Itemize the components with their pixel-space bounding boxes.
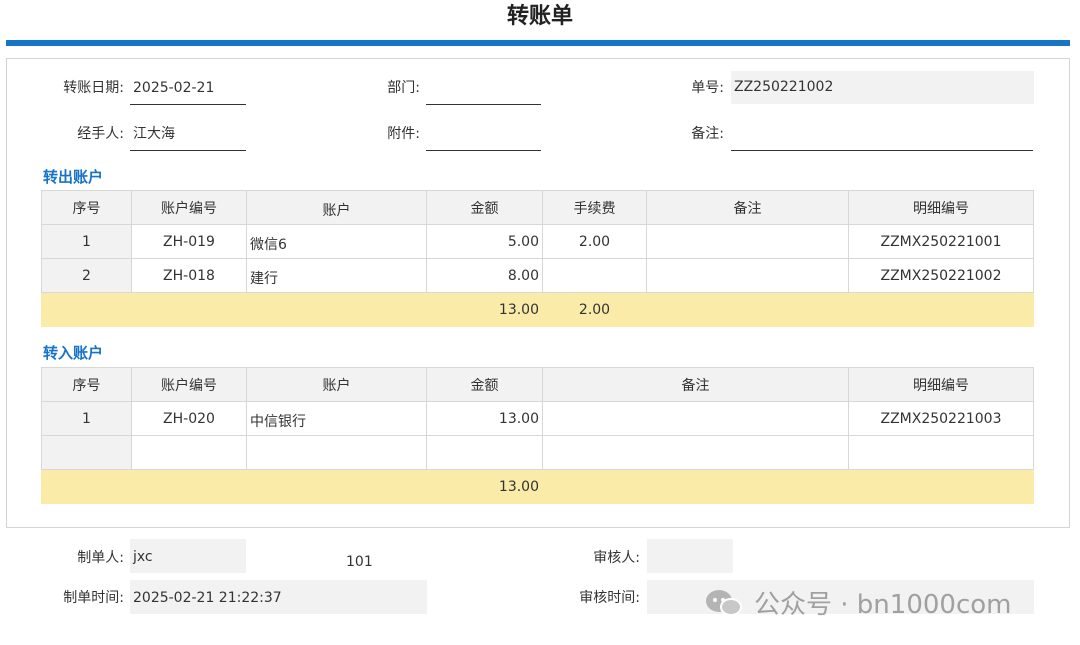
table-row[interactable]	[41, 435, 1034, 470]
department-field[interactable]	[426, 78, 541, 105]
column-header: 金额	[426, 190, 543, 225]
detail-no-cell: ZZMX250221002	[848, 258, 1034, 293]
total-empty-cell	[41, 469, 132, 504]
amount-cell[interactable]: 5.00	[426, 224, 543, 259]
column-header: 序号	[41, 367, 132, 402]
column-header: 备注	[646, 190, 849, 225]
make-time-field: 2025-02-21 21:22:37	[130, 580, 427, 614]
total-row: 13.00	[41, 469, 1034, 504]
amount-cell[interactable]	[426, 435, 543, 470]
transfer-date-field[interactable]: 2025-02-21	[130, 78, 246, 105]
note-label: 备注:	[691, 126, 724, 142]
total-fee-cell: 2.00	[542, 292, 647, 327]
table-row[interactable]: 1 ZH-019 微信6 5.00 2.00 ZZMX250221001	[41, 224, 1034, 259]
amount-cell[interactable]: 13.00	[426, 401, 543, 436]
attachment-field[interactable]	[426, 124, 541, 151]
order-no-label: 单号:	[691, 80, 724, 96]
account-code-cell[interactable]: ZH-020	[131, 401, 247, 436]
total-empty-cell	[131, 469, 247, 504]
in-section-title: 转入账户	[43, 344, 104, 362]
column-header: 账户编号	[131, 190, 247, 225]
detail-no-cell	[848, 435, 1034, 470]
column-header: 账户编号	[131, 367, 247, 402]
out-accounts-table: 序号 账户编号 账户 金额 手续费 备注 明细编号 1 ZH-019 微信6 5…	[41, 190, 1034, 327]
account-cell[interactable]: 建行	[246, 258, 427, 293]
total-amount-cell: 13.00	[426, 469, 543, 504]
watermark: 公众号 · bn1000com	[706, 584, 1011, 620]
auditor-label: 审核人:	[593, 550, 640, 566]
audit-time-label: 审核时间:	[579, 590, 640, 606]
maker-extra-value: 101	[346, 554, 373, 570]
detail-no-cell: ZZMX250221003	[848, 401, 1034, 436]
account-code-cell[interactable]: ZH-018	[131, 258, 247, 293]
table-row[interactable]: 2 ZH-018 建行 8.00 ZZMX250221002	[41, 258, 1034, 293]
seq-cell	[41, 435, 132, 470]
column-header: 账户	[246, 367, 427, 402]
column-header: 备注	[542, 367, 849, 402]
total-empty-cell	[646, 292, 849, 327]
seq-cell: 2	[41, 258, 132, 293]
attachment-label: 附件:	[387, 126, 420, 142]
total-empty-cell	[41, 292, 132, 327]
fee-cell[interactable]	[542, 258, 647, 293]
table-row[interactable]: 1 ZH-020 中信银行 13.00 ZZMX250221003	[41, 401, 1034, 436]
account-code-cell[interactable]: ZH-019	[131, 224, 247, 259]
note-cell[interactable]	[646, 258, 849, 293]
total-empty-cell	[848, 469, 1034, 504]
total-empty-cell	[246, 292, 427, 327]
column-header: 金额	[426, 367, 543, 402]
transfer-date-label: 转账日期:	[63, 80, 124, 96]
amount-cell[interactable]: 8.00	[426, 258, 543, 293]
detail-no-cell: ZZMX250221001	[848, 224, 1034, 259]
in-accounts-table: 序号 账户编号 账户 金额 备注 明细编号 1 ZH-020 中信银行 13.0…	[41, 367, 1034, 504]
total-empty-cell	[131, 292, 247, 327]
column-header: 明细编号	[848, 367, 1034, 402]
account-cell[interactable]: 中信银行	[246, 401, 427, 436]
maker-label: 制单人:	[77, 550, 124, 566]
account-cell[interactable]: 微信6	[246, 224, 427, 259]
table-header-row: 序号 账户编号 账户 金额 手续费 备注 明细编号	[41, 190, 1034, 225]
seq-cell: 1	[41, 401, 132, 436]
account-code-cell[interactable]	[131, 435, 247, 470]
handler-field[interactable]: 江大海	[130, 124, 246, 151]
note-cell[interactable]	[542, 435, 849, 470]
fee-cell[interactable]: 2.00	[542, 224, 647, 259]
total-empty-cell	[848, 292, 1034, 327]
title-divider	[6, 40, 1070, 46]
out-section-title: 转出账户	[43, 168, 104, 186]
note-cell[interactable]	[646, 224, 849, 259]
watermark-text: 公众号 · bn1000com	[754, 589, 1012, 620]
page-title: 转账单	[506, 4, 573, 29]
column-header: 明细编号	[848, 190, 1034, 225]
column-header: 序号	[41, 190, 132, 225]
table-header-row: 序号 账户编号 账户 金额 备注 明细编号	[41, 367, 1034, 402]
column-header: 手续费	[542, 190, 647, 225]
handler-label: 经手人:	[77, 126, 124, 142]
auditor-field	[647, 539, 733, 573]
note-cell[interactable]	[542, 401, 849, 436]
column-header: 账户	[246, 190, 427, 225]
total-empty-cell	[542, 469, 849, 504]
note-field[interactable]	[731, 124, 1033, 151]
total-amount-cell: 13.00	[426, 292, 543, 327]
order-no-field: ZZ250221002	[731, 71, 1034, 104]
maker-field: jxc	[130, 539, 246, 573]
account-cell[interactable]	[246, 435, 427, 470]
seq-cell: 1	[41, 224, 132, 259]
make-time-label: 制单时间:	[63, 590, 124, 606]
total-empty-cell	[246, 469, 427, 504]
wechat-icon	[706, 587, 744, 617]
department-label: 部门:	[387, 80, 420, 96]
total-row: 13.00 2.00	[41, 292, 1034, 327]
